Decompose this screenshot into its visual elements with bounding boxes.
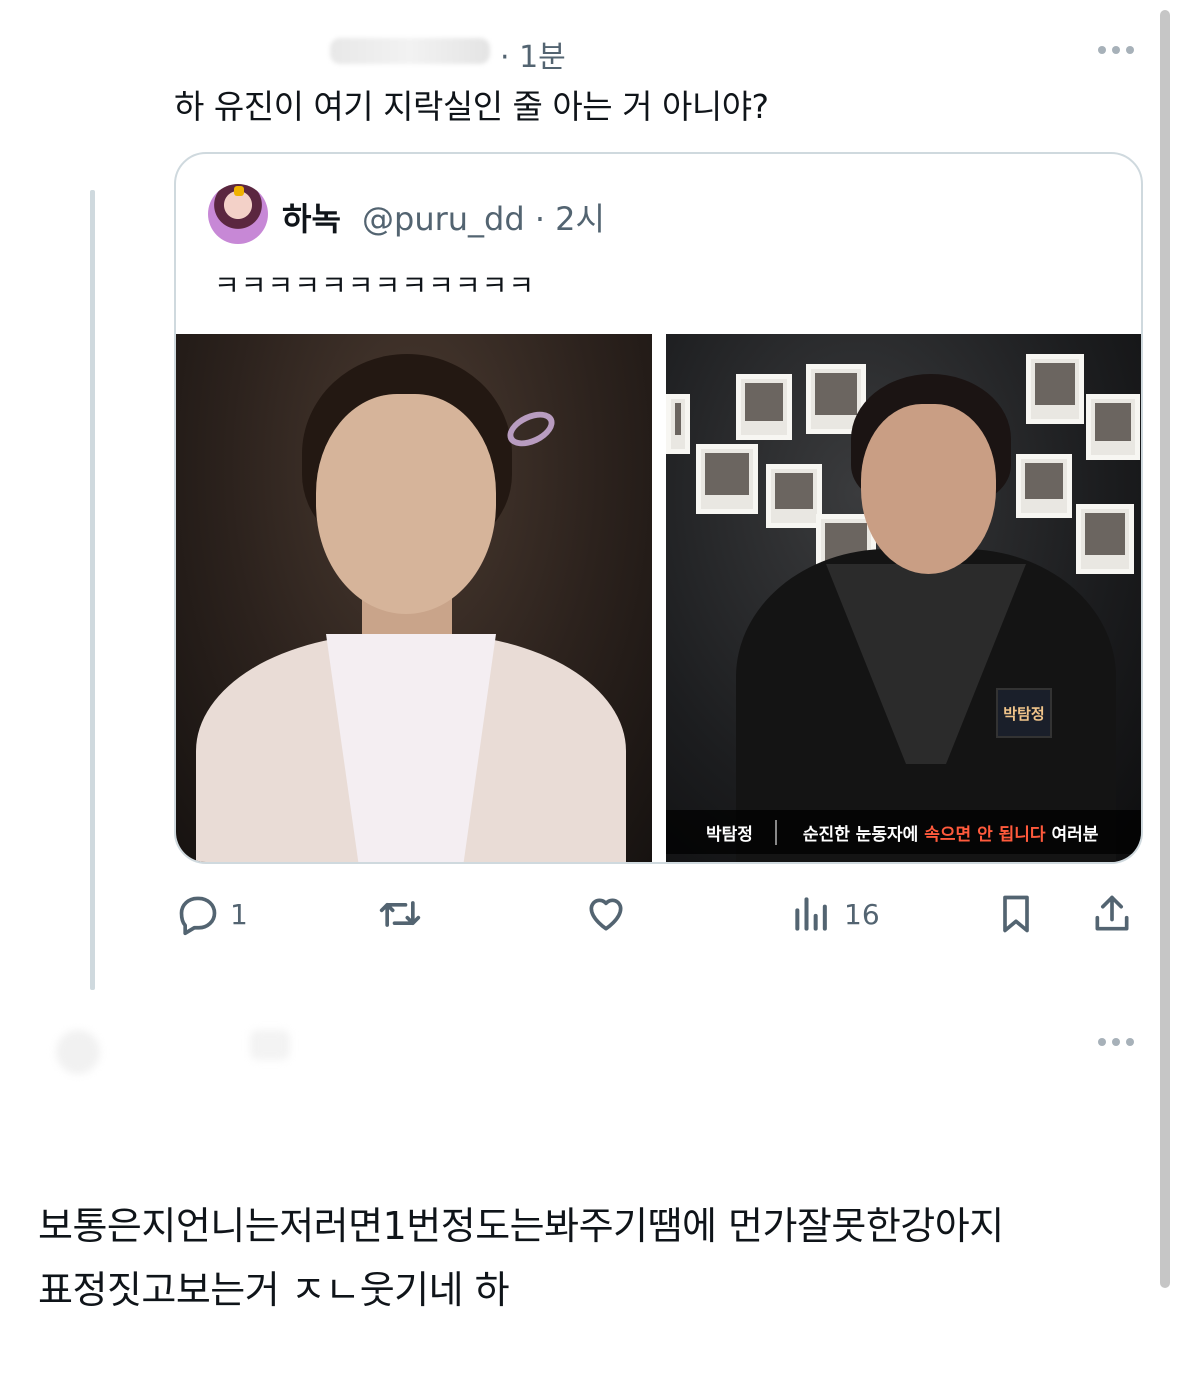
tweet-image-left[interactable] xyxy=(176,334,652,862)
blurred-meta xyxy=(250,1030,290,1060)
reply-button[interactable]: 1 xyxy=(176,890,248,938)
like-button[interactable] xyxy=(584,890,628,938)
heart-icon xyxy=(589,898,623,931)
share-button[interactable] xyxy=(1090,890,1134,938)
blurred-username xyxy=(330,38,490,64)
more-dots-icon[interactable] xyxy=(1094,38,1138,62)
reply-text: 하 유진이 여기 지락실인 줄 아는 거 아니야? xyxy=(174,87,769,126)
views-button[interactable]: 16 xyxy=(790,890,880,938)
thread-line xyxy=(90,190,95,990)
quote-author-name[interactable]: 하녹 xyxy=(282,194,341,240)
scrollbar-thumb[interactable] xyxy=(1160,10,1170,1288)
views-count: 16 xyxy=(844,897,880,931)
reply-timestamp[interactable]: · 1분 xyxy=(500,32,566,76)
views-bar-chart-icon xyxy=(795,897,827,931)
retweet-icon xyxy=(379,901,421,927)
share-icon xyxy=(1095,895,1129,931)
retweet-button[interactable] xyxy=(378,890,422,938)
avatar[interactable] xyxy=(208,184,268,244)
quoted-tweet-card[interactable]: 하녹 @puru_dd · 2시 ㅋㅋㅋㅋㅋㅋㅋㅋㅋㅋㅋㅋ 박탐정 박탐정 순진… xyxy=(174,152,1143,864)
subtitle-line: 순진한 눈동자에 속으면 안 됩니다 여러분 xyxy=(802,824,1099,845)
post-text: 보통은지언니는저러면1번정도는봐주기땜에 먼가잘못한강아지 표정짓고보는거 ㅈㄴ… xyxy=(38,1204,1004,1312)
more-dots-icon[interactable] xyxy=(1094,1030,1138,1054)
blurred-avatar xyxy=(56,1030,100,1074)
reply-count: 1 xyxy=(230,897,248,931)
tweet-image-right[interactable]: 박탐정 박탐정 순진한 눈동자에 속으면 안 됩니다 여러분 xyxy=(666,334,1141,862)
reply-bubble-icon xyxy=(179,896,217,936)
name-tag: 박탐정 xyxy=(996,688,1052,738)
subtitle-bar: 박탐정 순진한 눈동자에 속으면 안 됩니다 여러분 xyxy=(666,810,1141,854)
quote-author-handle[interactable]: @puru_dd · 2시 xyxy=(362,194,605,240)
subtitle-speaker: 박탐정 xyxy=(666,819,777,845)
quote-text: ㅋㅋㅋㅋㅋㅋㅋㅋㅋㅋㅋㅋ xyxy=(214,269,536,302)
bookmark-button[interactable] xyxy=(994,890,1038,938)
bookmark-icon xyxy=(1003,895,1029,933)
